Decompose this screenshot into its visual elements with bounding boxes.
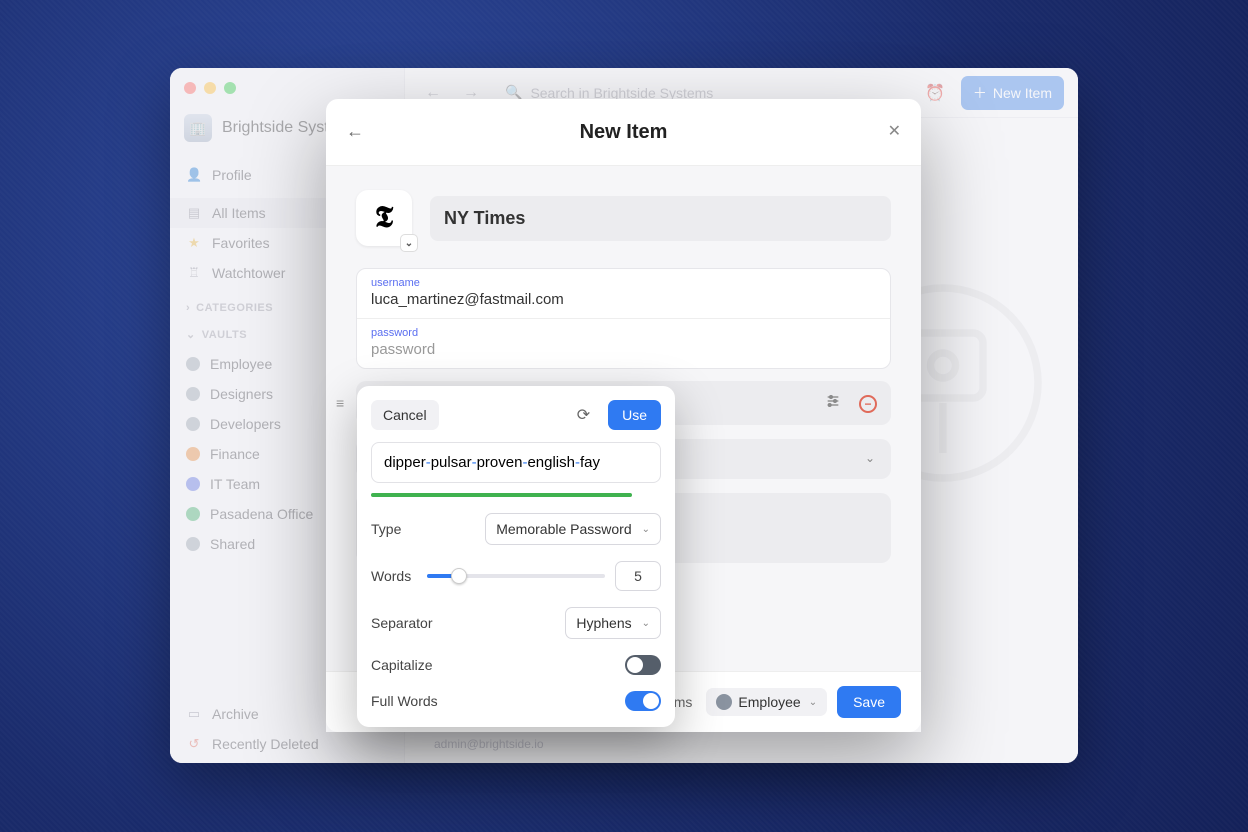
zoom-window-icon[interactable] [224, 82, 236, 94]
sidebar-item-label: Pasadena Office [210, 506, 313, 522]
full-words-label: Full Words [371, 693, 438, 709]
recently-deleted-icon: ↺ [186, 736, 202, 752]
plus-icon: ＋ [973, 83, 987, 103]
chevron-down-icon: ⌄ [642, 524, 650, 535]
remove-field-icon[interactable]: − [859, 395, 877, 413]
sidebar-item-label: All Items [212, 205, 266, 221]
modal-close-button[interactable]: ✕ [888, 121, 901, 141]
separator-select[interactable]: Hyphens ⌄ [565, 607, 661, 639]
star-icon: ★ [186, 235, 202, 251]
password-field[interactable]: password password [357, 319, 890, 368]
sidebar-item-label: Shared [210, 536, 255, 552]
vault-color-icon [186, 417, 200, 431]
sidebar-item-label: Profile [212, 167, 252, 183]
sidebar-item-label: Recently Deleted [212, 736, 319, 752]
modal-title: New Item [580, 121, 668, 144]
vault-color-icon [186, 387, 200, 401]
chevron-down-icon: ⌄ [865, 451, 875, 465]
generated-password-field[interactable]: dipper-pulsar-proven-english-fay [371, 442, 661, 483]
sidebar-item-label: IT Team [210, 476, 260, 492]
chevron-down-icon: ⌄ [186, 328, 196, 341]
sidebar-item-label: Developers [210, 416, 281, 432]
separator-label: Separator [371, 615, 432, 631]
chevron-down-icon: ⌄ [809, 697, 817, 708]
vault-color-icon [186, 447, 200, 461]
words-slider[interactable] [427, 574, 605, 578]
vault-color-icon [186, 507, 200, 521]
sidebar-item-label: Employee [210, 356, 272, 372]
capitalize-label: Capitalize [371, 657, 432, 673]
chevron-down-icon[interactable]: ⌄ [400, 234, 418, 252]
vault-color-icon [186, 537, 200, 551]
password-generator-popover: Cancel ⟳ Use dipper-pulsar-proven-englis… [357, 386, 675, 727]
credentials-group: username luca_martinez@fastmail.com pass… [356, 268, 891, 369]
full-words-toggle[interactable] [625, 691, 661, 711]
all-items-icon: ▤ [186, 205, 202, 221]
username-field[interactable]: username luca_martinez@fastmail.com [357, 269, 890, 319]
settings-sliders-icon[interactable] [825, 393, 841, 414]
profile-icon: 👤 [186, 167, 202, 183]
item-icon[interactable]: 𝕿 ⌄ [356, 190, 412, 246]
modal-back-button[interactable]: ← [346, 121, 364, 142]
cancel-button[interactable]: Cancel [371, 400, 439, 430]
words-count-input[interactable]: 5 [615, 561, 661, 591]
sidebar-item-label: Favorites [212, 235, 270, 251]
minimize-window-icon[interactable] [204, 82, 216, 94]
vault-dot-icon [716, 694, 732, 710]
save-button[interactable]: Save [837, 686, 901, 718]
regenerate-button[interactable]: ⟳ [577, 405, 590, 425]
vault-selector[interactable]: Employee ⌄ [706, 688, 827, 716]
drag-handle-icon[interactable]: ≡ [336, 395, 344, 411]
chevron-right-icon: › [186, 302, 190, 314]
strength-meter [371, 493, 632, 497]
use-button[interactable]: Use [608, 400, 661, 430]
watchtower-icon: ♖ [186, 265, 202, 281]
archive-icon: ▭ [186, 706, 202, 722]
sidebar-item-label: Finance [210, 446, 260, 462]
sidebar-item-label: Archive [212, 706, 259, 722]
type-label: Type [371, 521, 401, 537]
capitalize-toggle[interactable] [625, 655, 661, 675]
type-select[interactable]: Memorable Password ⌄ [485, 513, 661, 545]
modal-header: ← New Item ✕ [326, 99, 921, 166]
sidebar-item-label: Watchtower [212, 265, 285, 281]
org-icon: 🏢 [184, 114, 212, 142]
subtext-email: admin@brightside.io [434, 737, 544, 751]
alerts-icon[interactable]: ⏰ [919, 83, 951, 103]
item-title-input[interactable]: NY Times [430, 196, 891, 241]
vault-color-icon [186, 477, 200, 491]
sidebar-item-recently-deleted[interactable]: ↺ Recently Deleted [170, 729, 404, 759]
close-window-icon[interactable] [184, 82, 196, 94]
sidebar-item-label: Designers [210, 386, 273, 402]
chevron-down-icon: ⌄ [642, 618, 650, 629]
new-item-button[interactable]: ＋ New Item [961, 76, 1064, 110]
words-label: Words [371, 568, 411, 584]
vault-color-icon [186, 357, 200, 371]
